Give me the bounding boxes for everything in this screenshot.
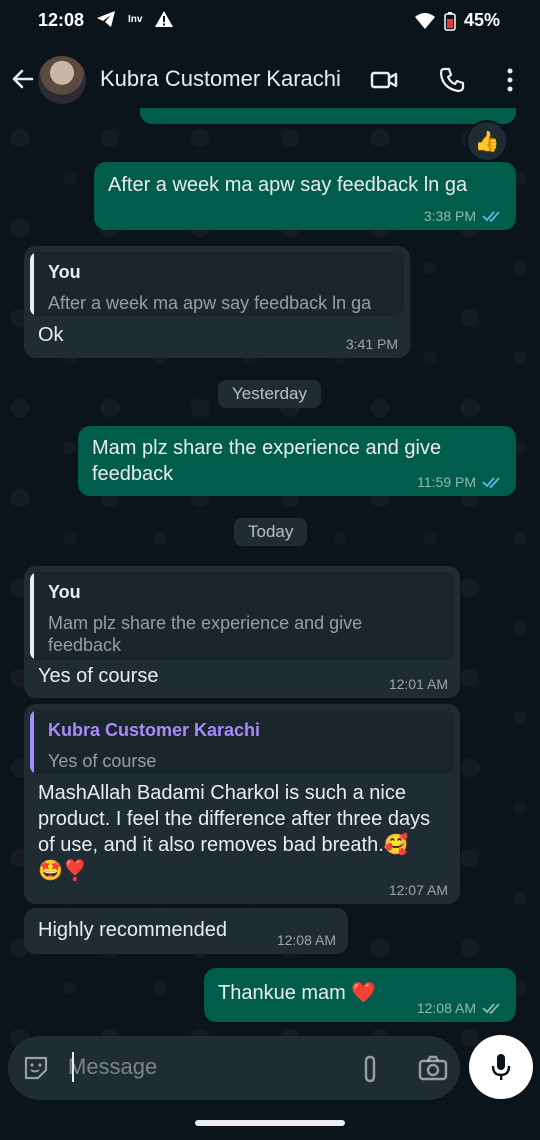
quote-bar — [30, 252, 34, 316]
message-time: 12:07 AM — [388, 882, 448, 898]
message-bubble-incoming[interactable]: Kubra Customer Karachi Yes of course Mas… — [24, 704, 460, 904]
battery-percent: 45% — [463, 10, 500, 30]
message-time: 11:59 PM — [417, 474, 476, 490]
video-call-icon[interactable] — [370, 66, 398, 94]
message-time: 12:01 AM — [388, 676, 448, 692]
message-bubble-outgoing[interactable]: After a week ma apw say feedback ln ga 3… — [94, 162, 516, 230]
delivered-ticks-icon — [482, 1003, 500, 1015]
message-text: After a week ma apw say feedback ln ga — [108, 174, 468, 196]
wifi-icon — [414, 12, 435, 29]
message-bubble-outgoing[interactable]: Thankue mam ❤️ 12:08 AM — [204, 968, 516, 1022]
reaction-badge[interactable]: 👍 — [466, 120, 508, 162]
mic-button[interactable] — [469, 1035, 533, 1099]
quote-author: Kubra Customer Karachi — [48, 720, 261, 740]
contact-name[interactable]: Kubra Customer Karachi — [100, 66, 350, 92]
contact-avatar[interactable] — [38, 56, 86, 104]
message-text: MashAllah Badami Charkol is such a nice … — [38, 782, 431, 882]
message-time: 3:38 PM — [423, 208, 476, 224]
quote-author: You — [48, 262, 81, 282]
quoted-message[interactable]: You After a week ma apw say feedback ln … — [30, 252, 404, 316]
quote-text: Yes of course — [48, 751, 157, 771]
quoted-message[interactable]: Kubra Customer Karachi Yes of course — [30, 710, 454, 774]
message-bubble-incoming[interactable]: Highly recommended 12:08 AM — [24, 908, 348, 954]
message-time: 12:08 AM — [416, 1000, 476, 1016]
notification-mini-label: Inv — [128, 13, 143, 25]
message-bubble-incoming[interactable]: You After a week ma apw say feedback ln … — [24, 246, 410, 358]
read-ticks-icon — [482, 477, 500, 489]
battery-icon — [444, 11, 456, 31]
read-ticks-icon — [482, 211, 500, 223]
voice-call-icon[interactable] — [438, 66, 466, 94]
message-bubble-outgoing[interactable]: Mam plz share the experience and give fe… — [78, 426, 516, 496]
message-time: 3:41 PM — [345, 336, 398, 352]
back-arrow-icon[interactable] — [10, 66, 36, 92]
message-bubble-incoming[interactable]: You Mam plz share the experience and giv… — [24, 566, 460, 698]
quote-bar — [30, 572, 34, 660]
attachment-icon[interactable] — [358, 1054, 382, 1084]
quote-author: You — [48, 582, 81, 602]
date-separator: Today — [234, 518, 308, 546]
quote-text: After a week ma apw say feedback ln ga — [48, 293, 372, 313]
camera-icon[interactable] — [418, 1054, 448, 1082]
message-text: Ok — [38, 324, 64, 346]
previous-message-bubble — [140, 108, 516, 124]
sticker-icon[interactable] — [22, 1054, 50, 1082]
message-composer[interactable]: Message — [8, 1036, 460, 1100]
message-text: Thankue mam ❤️ — [218, 982, 377, 1004]
microphone-icon — [491, 1054, 511, 1080]
message-time: 12:08 AM — [276, 932, 336, 948]
status-bar: 12:08 Inv 45% — [0, 0, 540, 42]
quoted-message[interactable]: You Mam plz share the experience and giv… — [30, 572, 454, 660]
home-indicator[interactable] — [195, 1120, 345, 1126]
message-input[interactable]: Message — [68, 1054, 157, 1080]
chat-header: Kubra Customer Karachi — [0, 42, 540, 118]
message-text: Highly recommended — [38, 919, 227, 941]
more-options-icon[interactable] — [496, 66, 524, 94]
quote-text: Mam plz share the experience and give fe… — [48, 613, 363, 655]
message-text: Yes of course — [38, 665, 159, 687]
date-separator: Yesterday — [218, 380, 321, 408]
system-nav-bar — [0, 1108, 540, 1140]
status-time: 12:08 — [38, 10, 85, 30]
telegram-icon — [97, 11, 115, 27]
quote-bar — [30, 710, 34, 774]
warning-icon — [155, 11, 174, 27]
